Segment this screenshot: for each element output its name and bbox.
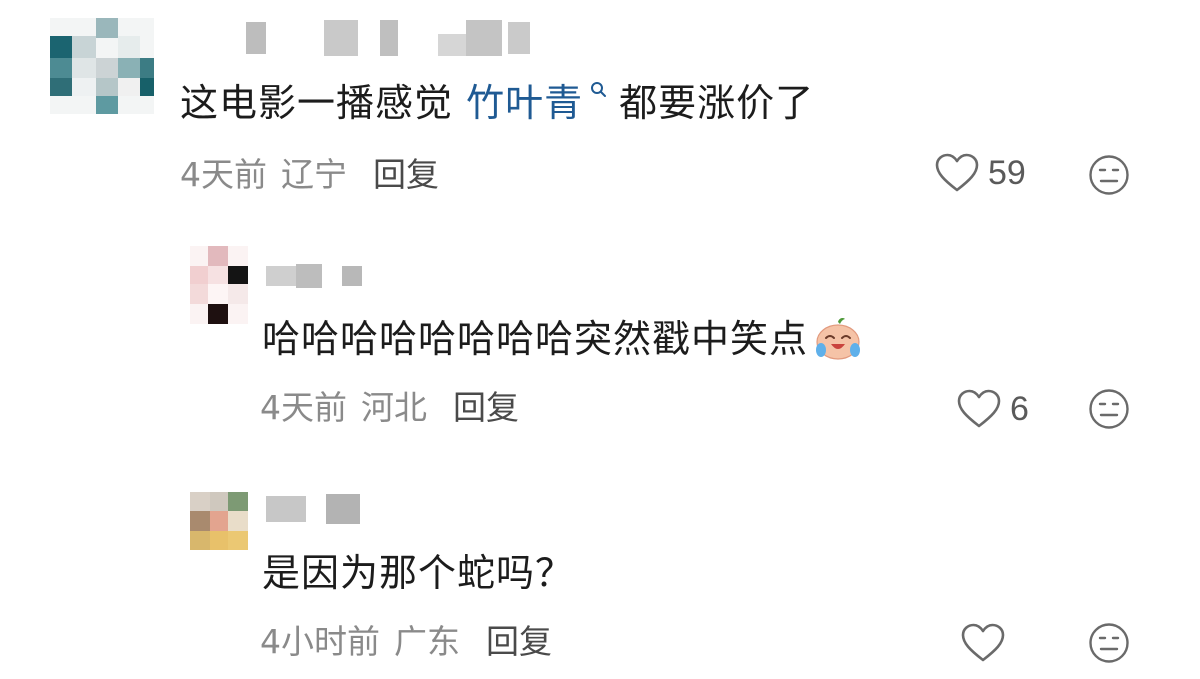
heart-outline-icon — [957, 389, 1001, 428]
username-blurred[interactable] — [266, 492, 376, 526]
like-count: 6 — [1010, 389, 1029, 428]
location: 河北 — [361, 388, 427, 427]
comment-text: 是因为那个蛇吗？ — [262, 550, 574, 596]
heart-outline-icon — [961, 623, 1005, 662]
avatar[interactable] — [50, 18, 154, 114]
location: 辽宁 — [281, 155, 347, 194]
timestamp: 4天前 — [180, 155, 267, 194]
comment-text-body: 哈哈哈哈哈哈哈哈突然戳中笑点 — [262, 317, 809, 361]
comment-text-body: 是因为那个蛇吗？ — [262, 551, 575, 595]
comment-text: 哈哈哈哈哈哈哈哈突然戳中笑点 — [262, 316, 864, 362]
avatar[interactable] — [190, 492, 248, 550]
like-count: 59 — [988, 153, 1026, 192]
like-button[interactable] — [960, 622, 1014, 664]
reply-button[interactable]: 回复 — [486, 622, 552, 661]
username-blurred[interactable] — [246, 18, 546, 60]
comment-meta: 4天前 河北 回复 — [260, 388, 519, 428]
location: 广东 — [394, 622, 460, 661]
timestamp: 4小时前 — [260, 622, 380, 661]
dislike-button[interactable] — [1088, 388, 1130, 434]
reply-button[interactable]: 回复 — [453, 388, 519, 427]
timestamp: 4天前 — [260, 388, 347, 427]
comment-text: 这电影一播感觉 竹叶青 都要涨价了 — [180, 80, 814, 126]
comment-text-prefix: 这电影一播感觉 — [180, 81, 467, 125]
dislike-button[interactable] — [1088, 622, 1130, 668]
like-button[interactable]: 6 — [956, 388, 1029, 430]
neutral-face-icon — [1089, 389, 1129, 429]
neutral-face-icon — [1089, 155, 1129, 195]
dislike-button[interactable] — [1088, 154, 1130, 200]
comment-meta: 4小时前 广东 回复 — [260, 622, 552, 662]
like-button[interactable]: 59 — [934, 152, 1026, 194]
username-blurred[interactable] — [266, 262, 386, 290]
comment-text-suffix: 都要涨价了 — [619, 81, 815, 125]
reply-button[interactable]: 回复 — [373, 155, 439, 194]
avatar[interactable] — [190, 246, 248, 324]
comment-meta: 4天前 辽宁 回复 — [180, 155, 439, 195]
search-link[interactable]: 竹叶青 — [466, 81, 583, 125]
laughing-crying-emoji — [812, 316, 864, 362]
search-icon[interactable] — [589, 80, 609, 110]
heart-outline-icon — [935, 153, 979, 192]
neutral-face-icon — [1089, 623, 1129, 663]
